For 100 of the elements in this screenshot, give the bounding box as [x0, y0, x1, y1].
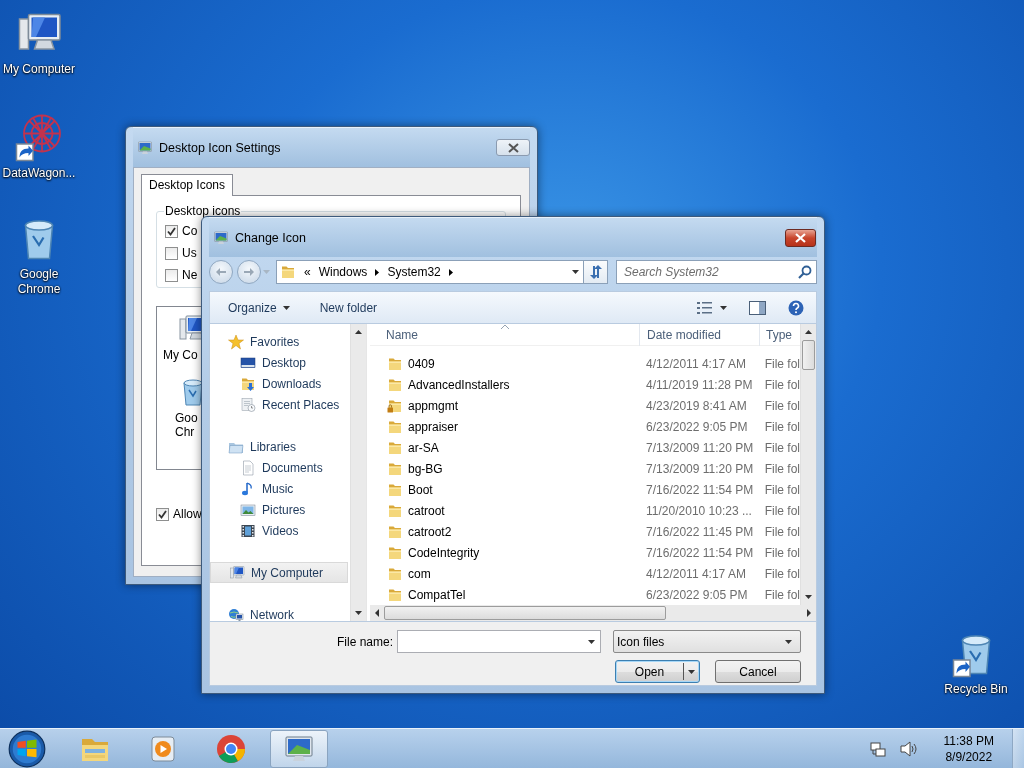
nav-item[interactable]: Downloads — [210, 373, 348, 394]
nav-item[interactable]: Videos — [210, 520, 348, 541]
taskbar-button[interactable] — [270, 729, 328, 768]
mesh-sphere-icon — [15, 114, 63, 162]
column-header[interactable]: Name — [370, 324, 640, 346]
file-name-cell[interactable]: 0409 — [370, 355, 640, 372]
new-folder-button[interactable]: New folder — [311, 297, 386, 318]
date-cell-text: 11/20/2010 10:23 ... — [645, 503, 753, 518]
caret-icon — [720, 305, 727, 310]
display-icon — [137, 139, 153, 156]
type-cell-text: File fol — [763, 503, 800, 518]
scroll-right-icon[interactable] — [806, 609, 812, 617]
date-cell-text: 7/13/2009 11:20 PM — [645, 440, 755, 455]
date-cell-text: 6/23/2022 9:05 PM — [645, 419, 749, 434]
file-name-cell[interactable]: com — [370, 565, 640, 582]
file-name-cell[interactable]: Boot — [370, 481, 640, 498]
desktop-icon-label[interactable]: Google Chrome — [2, 267, 76, 297]
scrollbar-thumb[interactable] — [384, 606, 666, 620]
scroll-left-icon[interactable] — [374, 609, 380, 617]
file-name-cell[interactable]: bg-BG — [370, 460, 640, 477]
clock[interactable]: 11:38 PM 8/9/2022 — [937, 732, 1000, 765]
type-cell-text: File fol — [763, 566, 800, 581]
nav-item[interactable]: Favorites — [210, 331, 348, 352]
icon-label[interactable]: Goo Chr — [161, 411, 198, 439]
picture-icon — [240, 501, 256, 518]
type-cell-text: File fol — [763, 398, 800, 413]
horizontal-scrollbar[interactable] — [370, 605, 816, 621]
date-cell-text: 4/12/2011 4:17 AM — [645, 356, 747, 371]
nav-item[interactable]: Music — [210, 478, 348, 499]
file-name-cell[interactable]: appraiser — [370, 418, 640, 435]
path-overflow-button[interactable]: « — [300, 261, 315, 283]
nav-item[interactable]: Documents — [210, 457, 348, 478]
nav-item[interactable]: Pictures — [210, 499, 348, 520]
checkbox[interactable] — [165, 246, 178, 260]
refresh-button[interactable] — [584, 260, 608, 284]
desktop-icon-label[interactable]: Recycle Bin — [944, 682, 1008, 697]
document-icon — [240, 459, 256, 476]
cancel-button[interactable]: Cancel — [715, 660, 801, 683]
tab[interactable]: Desktop Icons — [141, 174, 234, 196]
type-cell-text: File fol — [763, 545, 800, 560]
checkbox[interactable] — [165, 268, 178, 282]
vertical-scrollbar[interactable] — [800, 324, 816, 605]
column-header[interactable]: Type — [760, 324, 800, 346]
date-cell-text: 4/23/2019 8:41 AM — [645, 398, 748, 413]
nav-item[interactable]: Desktop — [210, 352, 348, 373]
caret-icon — [588, 640, 595, 644]
file-name-cell[interactable]: AdvancedInstallers — [370, 376, 640, 393]
caret-icon — [687, 669, 696, 674]
file-name-cell[interactable]: CompatTel — [370, 586, 640, 603]
organize-button[interactable]: Organize — [220, 297, 298, 318]
search-field[interactable]: Search System32 — [616, 260, 817, 284]
date-cell-text: 7/16/2022 11:54 PM — [645, 545, 755, 560]
display-icon — [213, 229, 229, 246]
search-icon — [798, 265, 812, 279]
date-cell-text: 7/16/2022 11:54 PM — [645, 482, 755, 497]
close-button[interactable] — [785, 228, 816, 247]
caret-icon — [785, 639, 792, 644]
checkbox-label: Us — [182, 246, 197, 260]
vertical-scrollbar[interactable] — [350, 324, 366, 621]
window-title: Change Icon — [235, 230, 307, 245]
desktop-icon-label[interactable]: My Computer — [3, 62, 75, 77]
help-icon — [788, 299, 804, 316]
type-cell-text: File fol — [763, 587, 800, 602]
nav-item[interactable]: Libraries — [210, 436, 348, 457]
file-name-cell[interactable]: appmgmt — [370, 397, 640, 414]
close-button[interactable] — [496, 139, 530, 156]
address-bar[interactable]: « Windows System32 — [276, 260, 584, 284]
desktop-icon — [240, 354, 256, 371]
pane-icon — [749, 300, 766, 315]
file-name-cell[interactable]: ar-SA — [370, 439, 640, 456]
chevron-right-icon — [448, 268, 453, 276]
scrollbar-thumb[interactable] — [802, 340, 815, 370]
date-cell-text: 6/23/2022 9:05 PM — [645, 587, 749, 602]
browser-icon — [215, 732, 247, 765]
computer-icon — [229, 564, 245, 581]
checkbox-label: Allow — [173, 507, 202, 521]
nav-item[interactable]: Recent Places — [210, 394, 348, 415]
file-name-cell[interactable]: CodeIntegrity — [370, 544, 640, 561]
film-strip-icon — [240, 522, 256, 539]
file-name-cell[interactable]: catroot — [370, 502, 640, 519]
breadcrumb-button[interactable]: Windows — [314, 261, 384, 283]
breadcrumb-button[interactable]: System32 — [383, 261, 457, 283]
column-header[interactable]: Date modified — [640, 324, 760, 346]
nav-item[interactable]: Network — [210, 604, 348, 621]
open-button[interactable]: Open — [615, 660, 700, 683]
date-cell-text: 7/13/2009 11:20 PM — [645, 461, 755, 476]
checkbox[interactable] — [165, 224, 178, 238]
group-title: Desktop icons — [164, 204, 242, 218]
icon-label[interactable]: My Co — [161, 348, 198, 362]
file-name-cell[interactable]: catroot2 — [370, 523, 640, 540]
caret-icon — [282, 305, 290, 310]
type-cell-text: File fol — [763, 377, 800, 392]
checkbox[interactable] — [156, 507, 169, 521]
file-name-field[interactable] — [397, 630, 601, 653]
windows-logo-icon — [8, 729, 46, 768]
nav-item[interactable]: My Computer — [210, 562, 348, 583]
file-type-dropdown[interactable]: Icon files — [613, 630, 801, 653]
desktop-icon-label[interactable]: DataWagon... — [2, 166, 76, 181]
type-cell-text: File fol — [763, 482, 800, 497]
close-icon — [795, 232, 806, 243]
